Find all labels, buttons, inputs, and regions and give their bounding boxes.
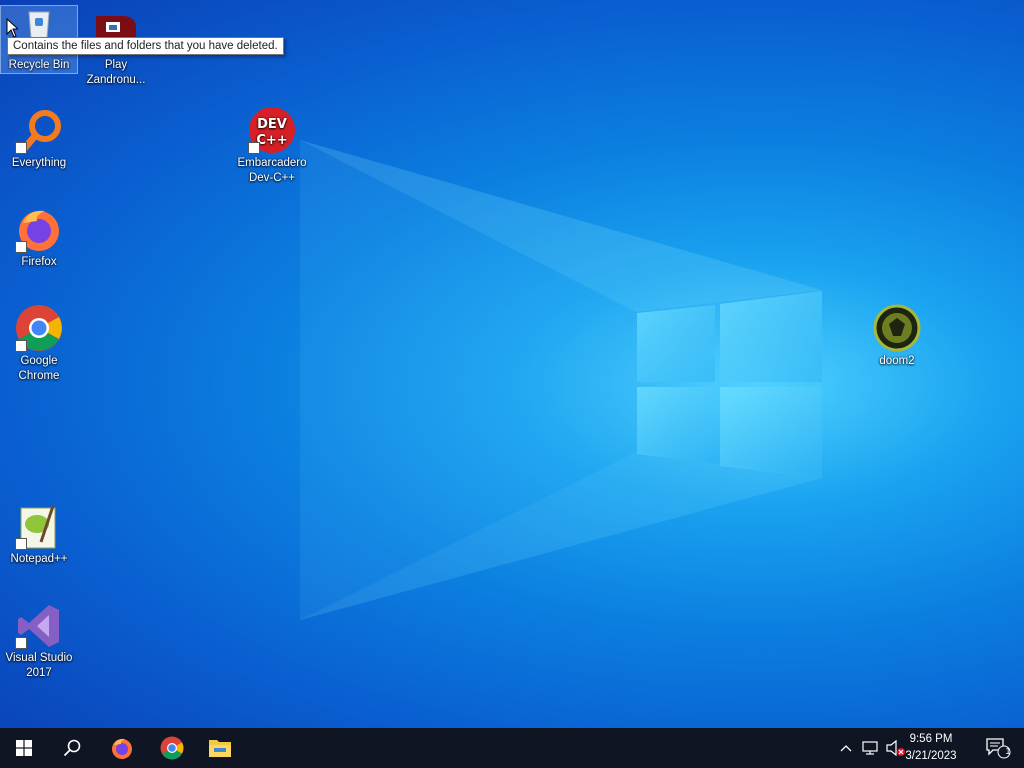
- devcpp-label: Embarcadero Dev-C++: [237, 157, 307, 184]
- mouse-cursor-icon: [6, 18, 18, 38]
- recycle-bin-tooltip: Contains the files and folders that you …: [7, 37, 284, 55]
- recycle-bin-label: Recycle Bin: [8, 59, 70, 71]
- shortcut-arrow-icon: [15, 637, 27, 649]
- doom2-shortcut[interactable]: doom2: [859, 300, 935, 369]
- taskbar-firefox[interactable]: [98, 728, 146, 768]
- shortcut-arrow-icon: [15, 538, 27, 550]
- devcpp-icon: DEV C++: [248, 106, 296, 154]
- taskbar-clock[interactable]: 9:56 PM 3/21/2023: [898, 731, 964, 765]
- start-button[interactable]: [0, 728, 48, 768]
- folder-icon: [209, 740, 231, 757]
- shortcut-arrow-icon: [15, 241, 27, 253]
- notepadpp-shortcut[interactable]: Notepad++: [1, 498, 77, 567]
- notepadpp-icon: [15, 502, 63, 550]
- taskbar-file-explorer[interactable]: [196, 728, 244, 768]
- zandronum-icon: [92, 8, 140, 38]
- action-center-button[interactable]: 1: [978, 728, 1018, 768]
- vs2017-shortcut[interactable]: Visual Studio 2017: [1, 597, 77, 681]
- svg-text:C++: C++: [256, 133, 287, 148]
- taskbar: 9:56 PM 3/21/2023 1: [0, 728, 1024, 768]
- show-hidden-icons-button[interactable]: [836, 728, 856, 768]
- everything-shortcut[interactable]: Everything: [1, 102, 77, 171]
- clock-time: 9:56 PM: [909, 733, 953, 745]
- firefox-label: Firefox: [21, 256, 57, 268]
- chrome-shortcut[interactable]: Google Chrome: [1, 300, 77, 384]
- firefox-icon: [15, 205, 63, 253]
- recycle-bin-icon: [15, 8, 63, 39]
- notepadpp-label: Notepad++: [10, 553, 68, 565]
- network-icon: [862, 741, 878, 755]
- network-button[interactable]: [860, 728, 882, 768]
- search-magnifier-icon: [15, 106, 63, 154]
- svg-text:DEV: DEV: [257, 117, 287, 132]
- visual-studio-icon: [15, 601, 63, 649]
- firefox-shortcut[interactable]: Firefox: [1, 201, 77, 270]
- taskbar-chrome[interactable]: [148, 728, 196, 768]
- shortcut-arrow-icon: [15, 142, 27, 154]
- chrome-icon: [15, 304, 63, 352]
- zandronum-label: Play Zandronu...: [86, 59, 146, 86]
- search-icon: [63, 739, 81, 757]
- doom2-label: doom2: [879, 355, 915, 367]
- clock-date: 3/21/2023: [905, 750, 957, 762]
- chevron-up-icon: [840, 745, 852, 752]
- shortcut-arrow-icon: [248, 142, 260, 154]
- notification-count-badge: 1: [1005, 746, 1011, 756]
- doom2-icon: [873, 304, 921, 352]
- shortcut-arrow-icon: [15, 340, 27, 352]
- everything-label: Everything: [11, 157, 67, 169]
- vs2017-label: Visual Studio 2017: [5, 652, 73, 679]
- devcpp-shortcut[interactable]: DEV C++ Embarcadero Dev-C++: [234, 102, 310, 186]
- desktop[interactable]: Recycle Bin Play Zandronu... Everything …: [0, 0, 1024, 728]
- firefox-icon: [112, 738, 132, 759]
- chrome-label: Google Chrome: [18, 355, 60, 382]
- windows-logo-icon: [16, 740, 32, 756]
- search-button[interactable]: [48, 728, 96, 768]
- chrome-icon: [160, 736, 184, 760]
